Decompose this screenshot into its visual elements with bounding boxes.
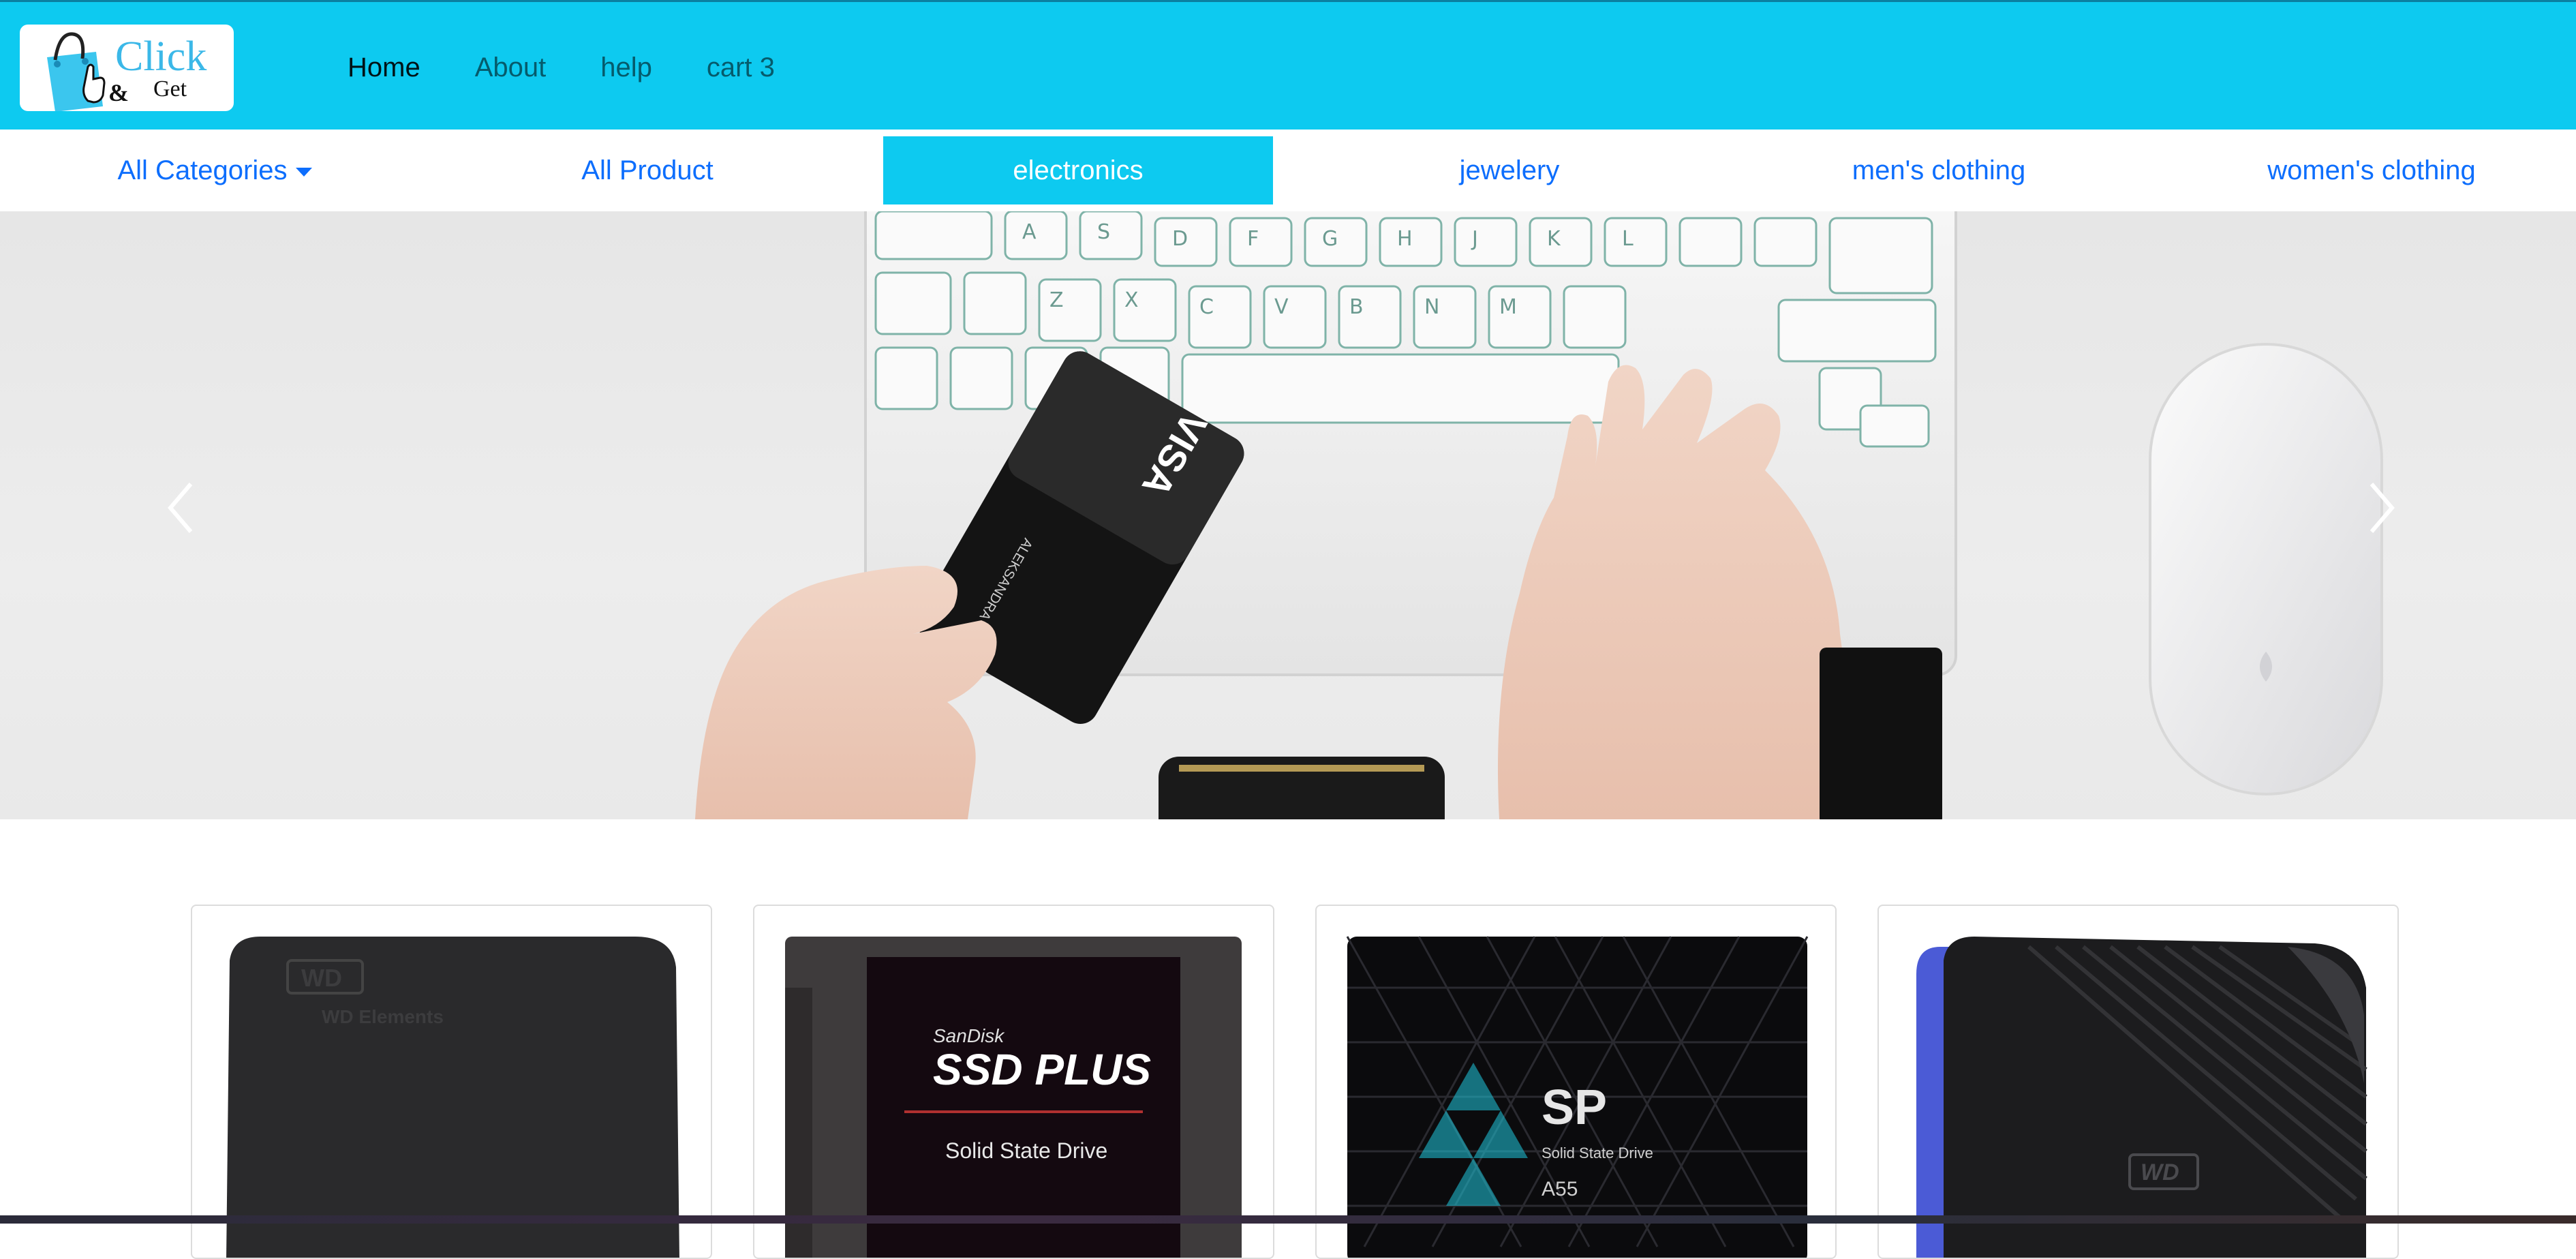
carousel-next-button[interactable] [2365,477,2426,559]
sp-model-text: Solid State Drive [1542,1144,1653,1162]
top-navbar: Click & Get Home About help cart 3 [0,0,2576,130]
category-jewelery[interactable]: jewelery [1404,136,1615,204]
ssd-plus-text: SSD PLUS [933,1045,1151,1094]
caret-down-icon [295,167,312,177]
product-card[interactable]: WD [1877,905,2399,1259]
taskbar-edge [0,1215,2576,1224]
svg-text:K: K [1547,227,1561,251]
svg-text:J: J [1471,227,1478,251]
category-womens-clothing[interactable]: women's clothing [2249,136,2494,204]
sp-a55-text: A55 [1542,1178,1578,1200]
svg-text:F: F [1247,227,1259,251]
nav-link-home[interactable]: Home [320,47,448,88]
wd-gaming-drive-image: WD [1916,937,2367,1258]
wd-elements-drive-image: WD WD Elements [226,937,679,1258]
svg-text:N: N [1424,295,1439,319]
chevron-right-icon [2370,483,2395,533]
solid-state-drive-text: Solid State Drive [945,1138,1107,1163]
carousel-prev-button[interactable] [164,477,225,559]
category-electronics[interactable]: electronics [883,136,1273,204]
nav-link-cart[interactable]: cart 3 [679,47,802,88]
svg-text:D: D [1172,227,1188,251]
category-mens-clothing[interactable]: men's clothing [1813,136,2065,204]
product-grid: WD WD Elements SanDisk SSD PLUS Solid St… [0,819,2576,1259]
sp-logo-text: SP [1542,1080,1607,1135]
svg-text:A: A [1022,220,1037,244]
wd-gaming-logo-text: WD [2141,1159,2179,1185]
product-card[interactable]: WD WD Elements [191,905,712,1259]
hero-image: ASD FGH JKL ZXC VBN M VISA ALEKSANDRA TI… [695,211,2383,819]
svg-text:V: V [1274,295,1289,319]
svg-text:B: B [1349,295,1364,319]
chevron-left-icon [168,483,193,533]
product-card[interactable]: SanDisk SSD PLUS Solid State Drive [753,905,1274,1259]
logo-ampersand: & [108,79,129,106]
svg-text:H: H [1397,227,1413,251]
brand-logo[interactable]: Click & Get [20,25,234,111]
category-all-product[interactable]: All Product [532,136,763,204]
wd-logo-text: WD [301,964,342,992]
main-nav-links: Home About help cart 3 [320,47,802,88]
logo-word-get: Get [153,76,187,102]
svg-text:Z: Z [1049,288,1064,312]
svg-text:X: X [1124,288,1139,312]
all-categories-label: All Categories [117,155,288,185]
svg-text:C: C [1199,295,1214,319]
nav-link-help[interactable]: help [573,47,679,88]
all-categories-dropdown[interactable]: All Categories [82,136,348,204]
svg-text:S: S [1097,220,1110,244]
category-bar: All Categories All Product electronics j… [0,130,2576,211]
logo-word-click: Click [115,33,207,80]
svg-text:G: G [1322,227,1338,251]
product-card[interactable]: SP Solid State Drive A55 [1315,905,1837,1259]
svg-text:M: M [1499,295,1517,319]
silicon-power-a55-image: SP Solid State Drive A55 [1346,936,1809,1258]
hero-carousel: ASD FGH JKL ZXC VBN M VISA ALEKSANDRA TI… [0,211,2576,819]
sandisk-brand-text: SanDisk [933,1025,1005,1046]
sandisk-ssd-plus-image: SanDisk SSD PLUS Solid State Drive [785,937,1242,1258]
nav-link-about[interactable]: About [448,47,574,88]
wd-model-text: WD Elements [322,1006,444,1027]
svg-text:L: L [1622,227,1634,251]
